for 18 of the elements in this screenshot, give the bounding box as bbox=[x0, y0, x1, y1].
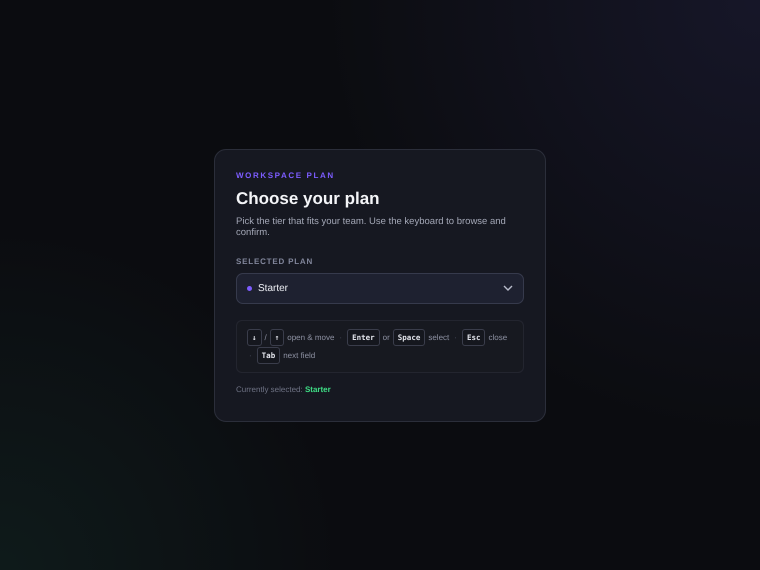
hint-text: open & move bbox=[287, 332, 334, 342]
status-label: Currently selected: bbox=[236, 384, 303, 394]
separator-dot: · bbox=[339, 332, 342, 342]
hint-text: select bbox=[428, 332, 450, 342]
field-label: SELECTED PLAN bbox=[236, 256, 314, 266]
eyebrow-label: WORKSPACE PLAN bbox=[236, 170, 336, 180]
chevron-down-icon bbox=[503, 285, 513, 291]
separator-dot: · bbox=[454, 332, 457, 342]
card-description: Pick the tier that fits your team. Use the keyboard to browse and confirm. bbox=[236, 216, 507, 238]
select-value: Starter bbox=[258, 282, 290, 294]
hint-text: / bbox=[264, 332, 267, 342]
separator-dot: · bbox=[249, 350, 252, 360]
hint-text: or bbox=[382, 332, 390, 342]
hint-text: close bbox=[488, 332, 508, 342]
card-title: Choose your plan bbox=[236, 188, 381, 208]
status-value: Starter bbox=[304, 384, 331, 394]
plan-select[interactable]: Starter bbox=[236, 272, 524, 304]
hint-text: next field bbox=[283, 350, 316, 360]
